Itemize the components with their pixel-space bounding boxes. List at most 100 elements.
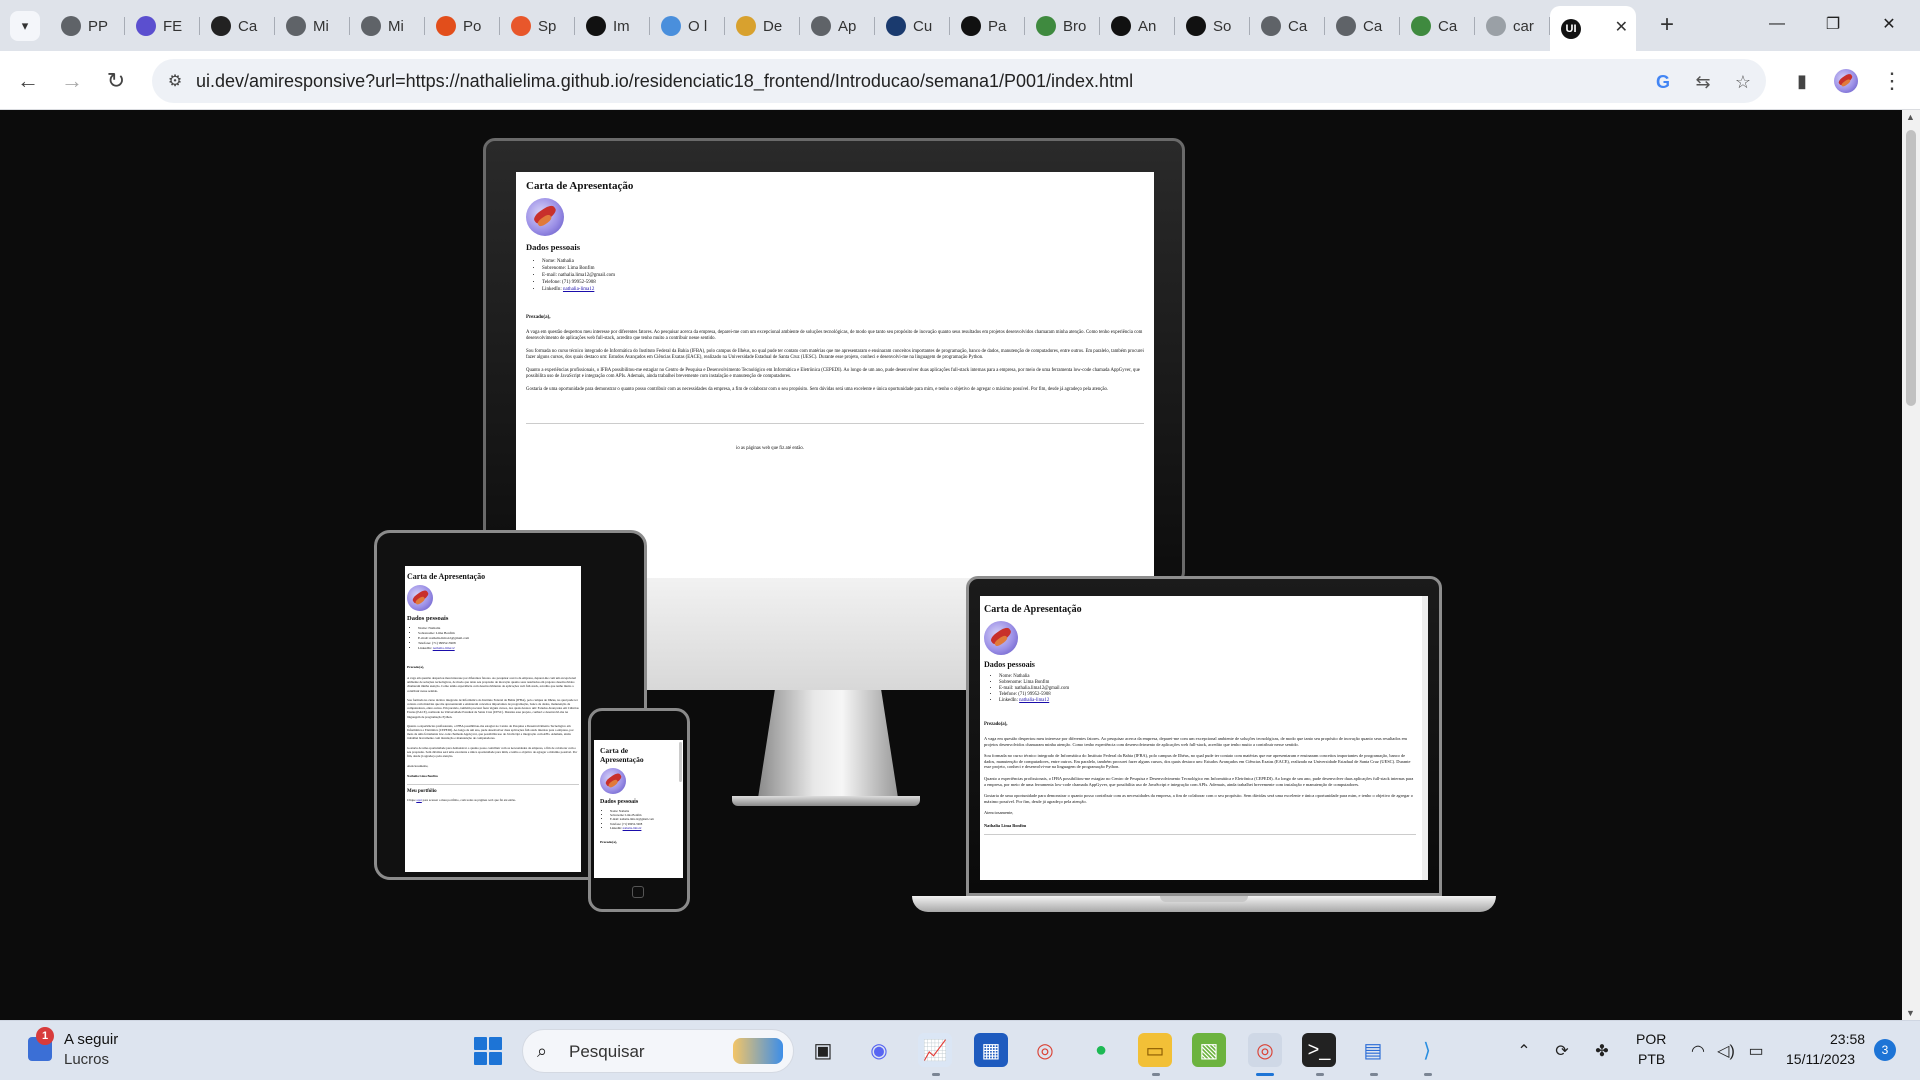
chrome-profile-icon[interactable]: ◎ (1248, 1033, 1282, 1067)
a-logo-icon (586, 16, 606, 36)
reload-button[interactable]: ↻ (100, 65, 132, 97)
notepad-icon[interactable]: ▤ (1356, 1033, 1390, 1067)
restore-button[interactable]: ❐ (1810, 8, 1856, 40)
browser-tab[interactable]: Bro (1025, 6, 1100, 46)
new-tab-button[interactable]: + (1652, 10, 1682, 40)
language-indicator[interactable]: POR (1636, 1031, 1666, 1047)
browser-tab[interactable]: Sp (500, 6, 575, 46)
phone-preview-scrollbar[interactable] (679, 742, 682, 782)
address-bar[interactable]: ⚙ ui.dev/amiresponsive?url=https://natha… (152, 59, 1766, 103)
keyboard-layout-indicator[interactable]: PTB (1638, 1051, 1665, 1067)
browser-tab[interactable]: Po (425, 6, 500, 46)
browser-tab[interactable]: So (1175, 6, 1250, 46)
laptop-preview-scrollbar[interactable] (1422, 596, 1428, 880)
chevron-up-icon[interactable]: ⌃ (1512, 1039, 1536, 1063)
portfolio-link[interactable]: aqui (416, 798, 422, 802)
scroll-up-icon[interactable]: ▲ (1906, 112, 1915, 122)
browser-tab[interactable]: Im (575, 6, 650, 46)
tablet-preview-screen[interactable]: Carta de Apresentação Dados pessoais Nom… (405, 566, 581, 872)
github-icon (1186, 16, 1206, 36)
preview-title: Carta de Apresentação (984, 604, 1082, 615)
dropbox-icon[interactable]: ✤ (1590, 1039, 1614, 1063)
discord-icon[interactable]: ◉ (862, 1033, 896, 1067)
browser-tab[interactable]: Cu (875, 6, 950, 46)
tab-bar: ▾ PP FE Ca Mi Mi Po Sp Im O l De Ap Cu Pa Bro An So Ca Ca… (0, 0, 1920, 51)
green-app-icon[interactable]: ▧ (1192, 1033, 1226, 1067)
list-item: Telefone: (71) 99952-5908 (542, 279, 1144, 286)
chart-app-icon[interactable]: 📈 (918, 1033, 952, 1067)
browser-tab[interactable]: Pa (950, 6, 1025, 46)
kebab-menu-icon: ⋮ (1881, 68, 1903, 93)
browser-tab[interactable]: O l (650, 6, 725, 46)
tab-close-icon[interactable]: ✕ (1615, 17, 1628, 37)
greeting: Prezado(a), (984, 722, 1008, 727)
clock-time[interactable]: 23:58 (1830, 1031, 1865, 1047)
browser-tab[interactable]: An (1100, 6, 1175, 46)
browser-tab[interactable]: Mi (275, 6, 350, 46)
file-explorer-icon[interactable]: ▭ (1138, 1033, 1172, 1067)
site-info-icon[interactable]: ⚙ (164, 70, 186, 92)
back-button[interactable]: ← (12, 65, 44, 97)
forward-button[interactable]: → (56, 65, 88, 97)
browser-tab[interactable]: Ca (200, 6, 275, 46)
browser-tab[interactable]: Ca (1325, 6, 1400, 46)
browser-tab[interactable]: car (1475, 6, 1550, 46)
tab-title: Pa (988, 17, 1007, 35)
browser-tab[interactable]: De (725, 6, 800, 46)
task-view-icon[interactable]: ▣ (806, 1033, 840, 1067)
linkedin-link[interactable]: nathalia-lima12 (563, 287, 594, 292)
store-icon[interactable]: ▦ (974, 1033, 1008, 1067)
google-icon[interactable]: G (1650, 69, 1676, 95)
url-text[interactable]: ui.dev/amiresponsive?url=https://nathali… (196, 71, 1133, 92)
tab-title: O l (688, 17, 708, 35)
tab-title: Ca (238, 17, 258, 35)
tab-title: Po (463, 17, 482, 35)
tab-title: Ca (1438, 17, 1458, 35)
notification-badge[interactable]: 3 (1874, 1039, 1896, 1061)
linkedin-link[interactable]: nathalia-lima12 (433, 646, 455, 650)
browser-tab[interactable]: Ap (800, 6, 875, 46)
profile-button[interactable] (1830, 65, 1862, 97)
laptop-preview-screen[interactable]: Carta de Apresentação Dados pessoais Nom… (980, 596, 1428, 880)
spotify-icon[interactable]: ● (1084, 1033, 1118, 1067)
tab-search-button[interactable]: ▾ (10, 11, 40, 41)
news-widget-title[interactable]: A seguir (64, 1031, 118, 1048)
start-button[interactable] (474, 1037, 502, 1065)
restore-icon: ❐ (1825, 16, 1841, 33)
side-panel-button[interactable]: ▮ (1786, 65, 1818, 97)
scroll-thumb[interactable] (1906, 130, 1916, 406)
browser-tab[interactable]: FE (125, 6, 200, 46)
volume-icon[interactable]: ◁) (1714, 1039, 1738, 1063)
browser-tab[interactable]: Mi (350, 6, 425, 46)
bookmark-star-icon[interactable]: ☆ (1730, 69, 1756, 95)
close-window-button[interactable]: ✕ (1866, 8, 1912, 40)
globe-icon (136, 16, 156, 36)
linkedin-link[interactable]: nathalia-lima12 (623, 826, 642, 830)
ui-logo-icon: UI (1561, 18, 1581, 39)
close-icon: ✕ (1882, 16, 1896, 33)
translate-icon[interactable]: ⇆ (1690, 69, 1716, 95)
phone-preview-screen[interactable]: Carta de Apresentação Dados pessoais Nom… (594, 740, 683, 878)
browser-tab[interactable]: Ca (1250, 6, 1325, 46)
battery-icon[interactable]: ▭ (1744, 1039, 1768, 1063)
vscode-icon[interactable]: ⟩ (1410, 1033, 1444, 1067)
terminal-icon[interactable]: >_ (1302, 1033, 1336, 1067)
browser-tab[interactable]: PP (50, 6, 125, 46)
desktop-preview-screen[interactable]: Carta de Apresentação Dados pessoais Nom… (516, 172, 1154, 578)
wifi-icon[interactable]: ◠ (1686, 1039, 1710, 1063)
menu-button[interactable]: ⋮ (1876, 65, 1908, 97)
section-heading-personal: Dados pessoais (600, 799, 639, 805)
minimize-button[interactable]: — (1754, 8, 1800, 40)
chrome-icon[interactable]: ◎ (1028, 1033, 1062, 1067)
linkedin-link[interactable]: nathalia-lima12 (1019, 698, 1049, 703)
sync-icon[interactable]: ⟳ (1550, 1039, 1574, 1063)
clock-date[interactable]: 15/11/2023 (1786, 1051, 1855, 1067)
news-widget-subtitle[interactable]: Lucros (64, 1051, 109, 1068)
list-item: LinkedIn: nathalia-lima12 (542, 286, 1144, 293)
closing: Atenciosamente, (407, 764, 429, 769)
scroll-down-icon[interactable]: ▼ (1906, 1008, 1915, 1018)
browser-tab[interactable]: Ca (1400, 6, 1475, 46)
browser-tab-active[interactable]: UI ✕ (1550, 6, 1636, 51)
taskbar-search[interactable]: ⌕ Pesquisar (522, 1029, 794, 1073)
page-scrollbar[interactable]: ▲ ▼ (1902, 110, 1920, 1020)
